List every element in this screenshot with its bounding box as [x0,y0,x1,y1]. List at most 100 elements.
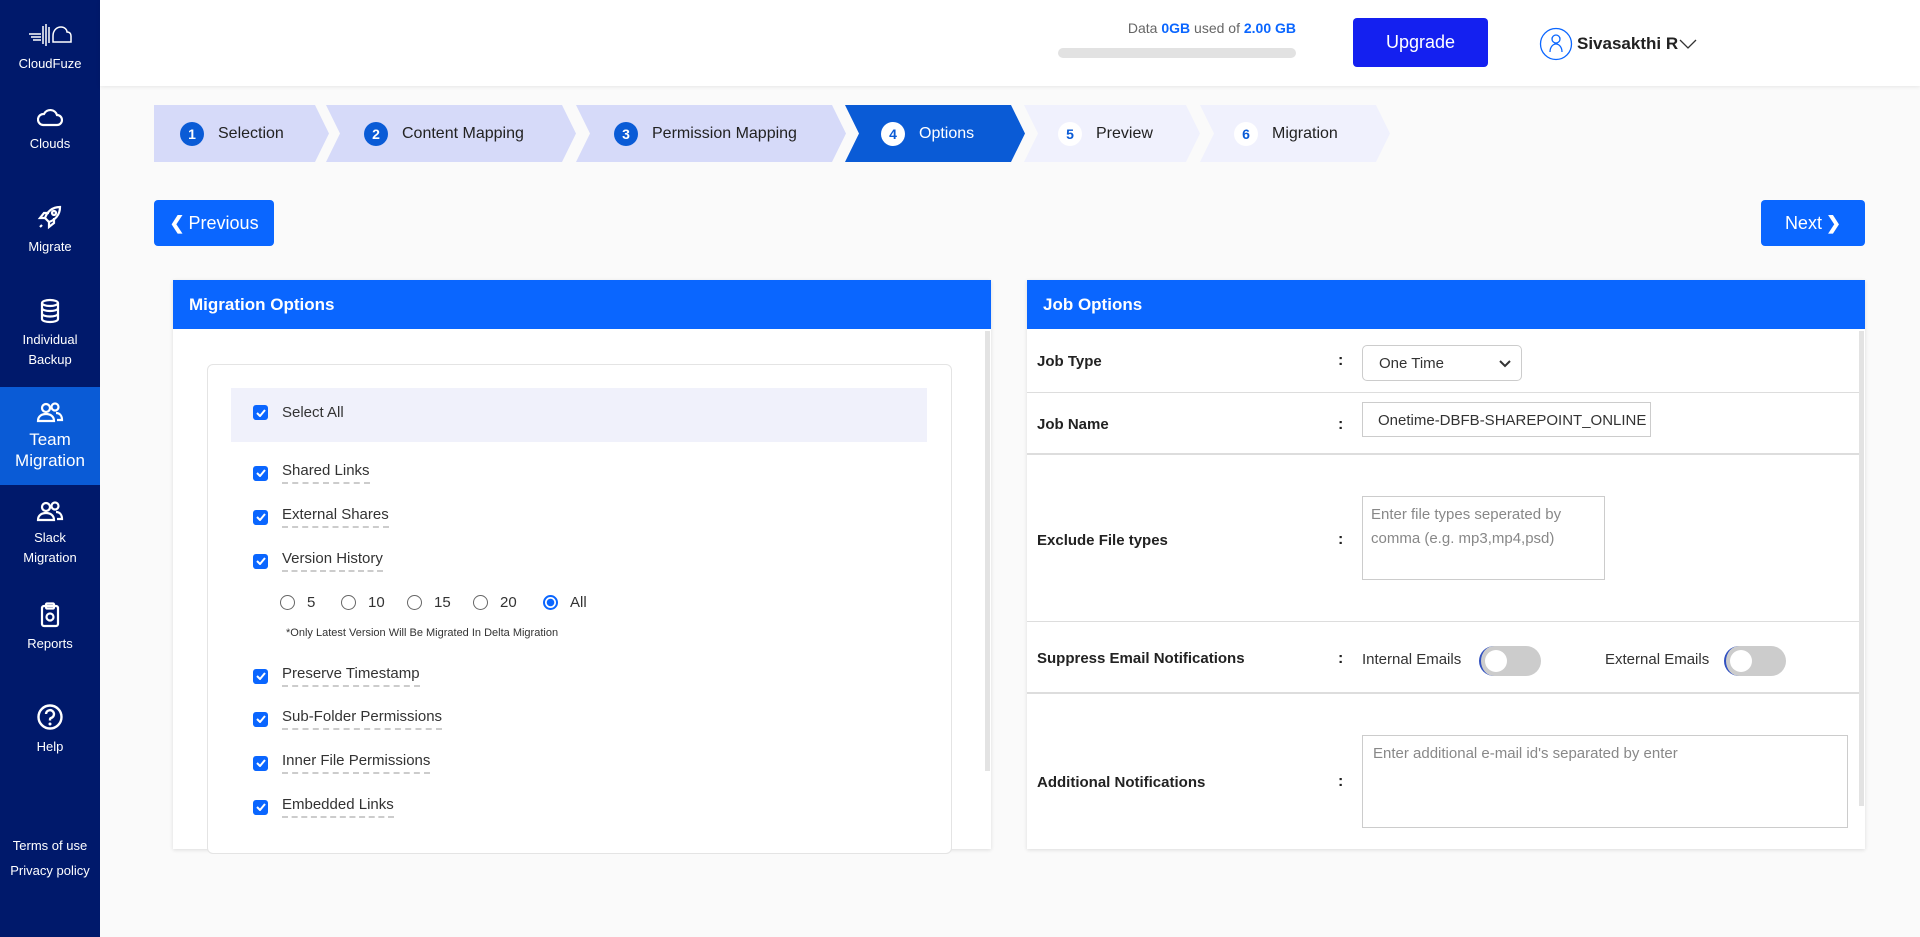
option-label: Preserve Timestamp [282,665,420,687]
step-migration[interactable]: 6 Migration [1200,105,1390,162]
database-icon [40,298,60,324]
step-options[interactable]: 4 Options [845,105,1025,162]
step-number: 3 [614,122,638,146]
version-radio-all[interactable]: All [543,594,587,611]
option-label: Select All [282,404,344,421]
option-label: External Shares [282,506,389,528]
scrollbar[interactable] [985,331,990,771]
radio-label: 15 [434,594,451,611]
option-label: Version History [282,550,383,572]
storage-total: 2.00 GB [1243,20,1296,36]
cloudfuze-logo[interactable]: CloudFuze [0,22,100,74]
version-radio-10[interactable]: 10 [341,594,385,611]
job-name-input[interactable]: Onetime-DBFB-SHAREPOINT_ONLINE [1362,402,1651,437]
field-label: Job Name [1037,416,1109,433]
scrollbar[interactable] [1859,331,1864,806]
chevron-down-icon [1679,39,1697,49]
sidebar-item-slack-migration[interactable]: Slack Migration [0,500,100,568]
step-number: 6 [1234,122,1258,146]
version-radio-15[interactable]: 15 [407,594,451,611]
step-label: Preview [1096,124,1153,142]
sidebar-item-migrate[interactable]: Migrate [0,203,100,257]
sidebar-item-clouds[interactable]: Clouds [0,106,100,154]
colon: : [1338,416,1344,433]
option-external-shares[interactable]: External Shares [253,506,389,528]
users-icon [36,402,64,423]
step-preview[interactable]: 5 Preview [1024,105,1200,162]
checkbox-checked-icon [253,509,268,525]
step-label: Migration [1272,124,1338,142]
step-label: Selection [218,124,284,142]
job-type-select[interactable]: One Time [1362,345,1522,381]
colon: : [1338,352,1344,369]
cloud-icon [37,108,63,127]
version-radio-20[interactable]: 20 [473,594,517,611]
sidebar-item-help[interactable]: Help [0,703,100,757]
previous-label: Previous [188,212,259,233]
checkbox-checked-icon [253,553,268,569]
internal-emails-toggle[interactable] [1479,646,1541,676]
storage-label: used of [1190,20,1244,36]
previous-button[interactable]: ❮ Previous [154,200,274,246]
user-avatar-icon [1539,27,1573,61]
clipboard-icon [40,602,60,628]
next-button[interactable]: Next ❯ [1761,200,1865,246]
checkbox-checked-icon [253,755,268,771]
sidebar-item-reports[interactable]: Reports [0,602,100,654]
chevron-right-icon: ❯ [1825,212,1842,233]
sidebar-item-label: Clouds [29,136,71,151]
internal-emails-label: Internal Emails [1362,651,1462,668]
sidebar-item-label: Reports [27,636,73,651]
colon: : [1338,773,1344,790]
step-label: Permission Mapping [652,124,797,142]
sidebar-item-label: Help [36,739,64,754]
field-label: Suppress Email Notifications [1037,650,1245,667]
checkbox-checked-icon [253,799,268,815]
next-label: Next [1784,212,1822,233]
step-content-mapping[interactable]: 2 Content Mapping [326,105,576,162]
user-menu[interactable]: Sivasakthi R [1539,27,1698,61]
step-selection[interactable]: 1 Selection [154,105,329,162]
rocket-icon [37,205,62,230]
option-version-history[interactable]: Version History [253,550,383,572]
radio-label: All [570,594,587,611]
chevron-left-icon: ❮ [169,212,185,233]
radio-label: 5 [307,594,316,611]
storage-label: Data [1127,20,1162,36]
additional-notifications-textarea[interactable]: Enter additional e-mail id's separated b… [1362,735,1848,828]
checkbox-checked-icon [253,668,268,684]
select-value: One Time [1379,355,1445,372]
terms-of-use-link[interactable]: Terms of use [0,838,100,853]
upgrade-button[interactable]: Upgrade [1353,18,1488,67]
select-all-checkbox[interactable]: Select All [253,404,344,421]
option-preserve-timestamp[interactable]: Preserve Timestamp [253,665,420,687]
option-sub-folder-permissions[interactable]: Sub-Folder Permissions [253,708,443,730]
panel-title: Job Options [1027,280,1865,329]
user-name: Sivasakthi R [1577,34,1679,53]
option-shared-links[interactable]: Shared Links [253,462,370,484]
external-emails-toggle[interactable] [1724,646,1786,676]
panel-title: Migration Options [173,280,991,329]
option-embedded-links[interactable]: Embedded Links [253,796,394,818]
sidebar: CloudFuze Clouds Migrate Individual Back… [0,0,100,937]
radio-label: 20 [500,594,517,611]
help-icon [37,704,63,730]
cloudfuze-logo-icon [29,24,72,46]
step-permission-mapping[interactable]: 3 Permission Mapping [576,105,846,162]
version-radio-5[interactable]: 5 [280,594,315,611]
exclude-file-types-textarea[interactable]: Enter file types seperated by comma (e.g… [1362,496,1605,580]
option-label: Embedded Links [282,796,394,818]
sidebar-item-team-migration[interactable]: Team Migration [0,387,100,485]
checkbox-checked-icon [253,405,268,420]
sidebar-item-individual-backup[interactable]: Individual Backup [0,298,100,370]
privacy-policy-link[interactable]: Privacy policy [0,863,100,878]
option-inner-file-permissions[interactable]: Inner File Permissions [253,752,431,774]
option-label: Sub-Folder Permissions [282,708,443,730]
storage-used: 0GB [1161,20,1191,36]
step-number: 1 [180,122,204,146]
step-label: Options [919,124,975,142]
step-number: 4 [881,122,905,146]
checkbox-checked-icon [253,465,268,481]
storage-usage-text: Data 0GB used of 2.00 GB [1058,20,1296,36]
sidebar-item-label: Team [29,430,71,449]
